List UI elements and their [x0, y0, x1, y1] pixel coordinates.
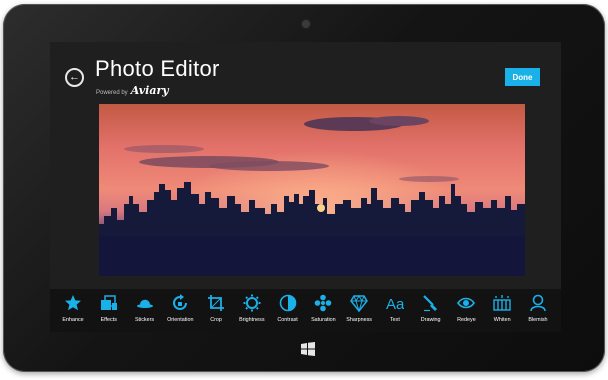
diamond-icon	[350, 295, 369, 312]
tool-label: Text	[389, 317, 400, 323]
done-button[interactable]: Done	[505, 68, 540, 86]
tablet-device: ← Photo Editor Powered by Aviary Done En…	[3, 4, 605, 372]
tool-crop[interactable]: Crop	[199, 289, 233, 332]
tool-label: Crop	[210, 317, 222, 323]
tool-orientation[interactable]: Orientation	[163, 289, 197, 332]
tool-label: Drawing	[420, 317, 441, 323]
tools-toolbar: Enhance Effects Stickers Orientation Cro…	[50, 289, 561, 332]
hat-icon	[136, 299, 153, 308]
page-title: Photo Editor	[95, 56, 220, 81]
photo-editor-screen: ← Photo Editor Powered by Aviary Done En…	[50, 42, 561, 332]
tool-saturation[interactable]: Saturation	[306, 289, 340, 332]
tool-sharpness[interactable]: Sharpness	[342, 289, 376, 332]
camera-icon	[302, 20, 310, 28]
contrast-icon	[279, 294, 296, 312]
tool-text[interactable]: Aa Text	[378, 289, 412, 332]
whiten-icon	[493, 295, 511, 311]
tool-effects[interactable]: Effects	[92, 289, 126, 332]
tool-label: Blemish	[528, 317, 548, 323]
tool-brightness[interactable]: Brightness	[235, 289, 269, 332]
photo-canvas	[99, 104, 525, 276]
powered-by: Powered by Aviary	[96, 84, 169, 97]
sunset-skyline-image	[99, 104, 525, 276]
back-button[interactable]: ←	[65, 68, 84, 87]
svg-text:Aa: Aa	[386, 296, 404, 312]
tool-label: Contrast	[277, 317, 298, 323]
tool-label: Saturation	[311, 317, 336, 323]
aviary-logo: Aviary	[130, 84, 169, 97]
blemish-icon	[530, 294, 546, 312]
tool-blemish[interactable]: Blemish	[521, 289, 555, 332]
tool-whiten[interactable]: Whiten	[485, 289, 519, 332]
rotate-icon	[173, 294, 188, 310]
tool-label: Redeye	[457, 317, 476, 323]
windows-logo-icon[interactable]	[301, 342, 315, 356]
powered-by-label: Powered by	[96, 90, 128, 96]
tool-label: Brightness	[239, 317, 265, 323]
arrow-left-icon: ←	[69, 71, 80, 83]
tool-enhance[interactable]: Enhance	[56, 289, 90, 332]
text-icon: Aa	[386, 296, 404, 312]
star-icon	[65, 295, 81, 311]
tool-label: Orientation	[167, 317, 194, 323]
tool-redeye[interactable]: Redeye	[449, 289, 483, 332]
tool-label: Whiten	[493, 317, 511, 323]
eye-icon	[457, 297, 476, 309]
saturation-icon	[315, 294, 332, 312]
brush-icon	[422, 295, 437, 312]
tool-label: Enhance	[62, 317, 84, 323]
tool-stickers[interactable]: Stickers	[128, 289, 162, 332]
tool-label: Stickers	[134, 317, 155, 323]
effects-icon	[100, 295, 117, 310]
tool-label: Sharpness	[346, 317, 373, 323]
tool-drawing[interactable]: Drawing	[414, 289, 448, 332]
tool-contrast[interactable]: Contrast	[271, 289, 305, 332]
sun-icon	[243, 294, 261, 312]
tool-label: Effects	[100, 317, 117, 323]
crop-icon	[208, 295, 225, 311]
